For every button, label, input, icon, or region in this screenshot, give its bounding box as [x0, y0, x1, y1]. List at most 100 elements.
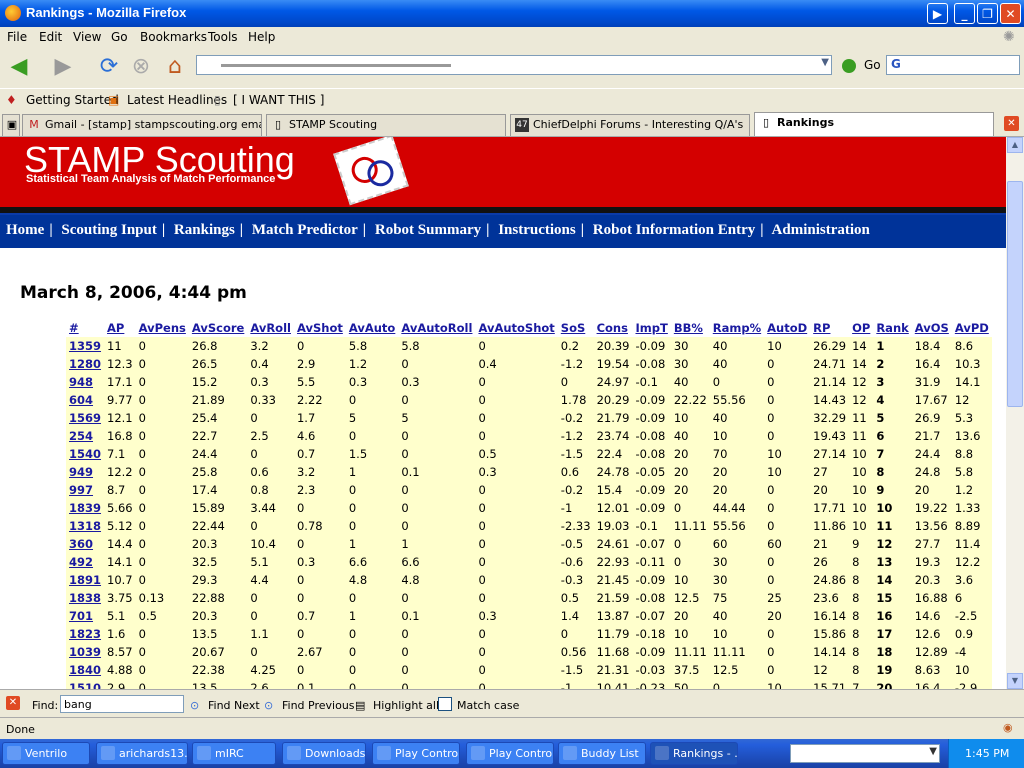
- column-header-17[interactable]: Rank: [873, 319, 911, 337]
- team-number-link[interactable]: 360: [66, 535, 105, 553]
- close-tab-icon[interactable]: ✕: [1004, 116, 1019, 131]
- column-header-10[interactable]: Cons: [594, 319, 633, 337]
- find-next-button[interactable]: Find Next: [208, 699, 260, 712]
- menu-edit[interactable]: Edit: [39, 30, 62, 44]
- team-number-link[interactable]: 1359: [66, 337, 105, 355]
- address-dropdown-icon[interactable]: ▼: [821, 57, 829, 68]
- column-header-1[interactable]: AP: [104, 319, 136, 337]
- team-number-link[interactable]: 254: [66, 427, 105, 445]
- nav-instructions[interactable]: Instructions: [498, 222, 576, 238]
- address-bar[interactable]: ▼: [196, 55, 832, 75]
- tab-rankings[interactable]: ▯ Rankings: [754, 112, 994, 136]
- reload-icon[interactable]: ⟳: [94, 52, 124, 82]
- tab-chiefdelphi[interactable]: 47 ChiefDelphi Forums - Interesting Q/A'…: [510, 114, 750, 136]
- table-cell: 27.7: [911, 535, 952, 553]
- team-number-link[interactable]: 1569: [66, 409, 105, 427]
- minimize-window-button[interactable]: _: [954, 3, 975, 24]
- team-number-link[interactable]: 1039: [66, 643, 105, 661]
- window-title-bar[interactable]: Rankings - Mozilla Firefox ▶ _ ❐ ✕: [0, 0, 1024, 27]
- column-header-16[interactable]: OP: [849, 319, 873, 337]
- team-number-link[interactable]: 1838: [66, 589, 105, 607]
- column-header-12[interactable]: BB%: [671, 319, 710, 337]
- team-number-link[interactable]: 997: [66, 481, 105, 499]
- column-header-3[interactable]: AvScore: [189, 319, 247, 337]
- column-header-18[interactable]: AvOS: [912, 319, 952, 337]
- column-header-14[interactable]: AutoD: [764, 319, 810, 337]
- team-number-link[interactable]: 1280: [66, 355, 105, 373]
- taskbar-rankings[interactable]: Rankings - ...: [650, 742, 738, 765]
- team-number-link[interactable]: 1318: [66, 517, 105, 535]
- highlight-all-button[interactable]: Highlight all: [373, 699, 439, 712]
- team-number-link[interactable]: 492: [66, 553, 105, 571]
- scroll-down-icon[interactable]: ▼: [1007, 673, 1023, 689]
- taskbar-play-control-2[interactable]: Play Control: [466, 742, 554, 765]
- minimize-button[interactable]: ▶: [927, 3, 948, 24]
- taskbar-play-control-1[interactable]: Play Control: [372, 742, 460, 765]
- nav-home[interactable]: Home: [6, 222, 44, 238]
- bookmark-i-want-this[interactable]: [ I WANT THIS ]: [233, 93, 324, 107]
- nav-robot-information-entry[interactable]: Robot Information Entry: [593, 222, 756, 238]
- column-header-15[interactable]: RP: [810, 319, 849, 337]
- menu-help[interactable]: Help: [248, 30, 275, 44]
- column-header-19[interactable]: AvPD: [952, 319, 992, 337]
- column-header-9[interactable]: SoS: [558, 319, 594, 337]
- team-number-link[interactable]: 1823: [66, 625, 105, 643]
- go-button[interactable]: Go: [864, 58, 881, 72]
- nav-match-predictor[interactable]: Match Predictor: [252, 222, 358, 238]
- column-header-0[interactable]: #: [66, 319, 104, 337]
- taskbar-mirc[interactable]: mIRC: [192, 742, 276, 765]
- team-number-link[interactable]: 1540: [66, 445, 105, 463]
- forward-arrow-icon[interactable]: ▶: [48, 52, 78, 82]
- maximize-button[interactable]: ❐: [977, 3, 998, 24]
- menu-file[interactable]: File: [7, 30, 27, 44]
- nav-scouting-input[interactable]: Scouting Input: [61, 222, 156, 238]
- stop-icon[interactable]: ⊗: [126, 52, 156, 82]
- team-number-link[interactable]: 701: [66, 607, 105, 625]
- taskbar-downloads[interactable]: Downloads: [282, 742, 366, 765]
- go-icon[interactable]: [842, 59, 856, 73]
- column-header-11[interactable]: ImpT: [633, 319, 671, 337]
- back-arrow-icon[interactable]: ◀: [4, 52, 34, 82]
- taskbar-address-input[interactable]: ▼: [790, 744, 940, 763]
- column-header-8[interactable]: AvAutoShot: [475, 319, 557, 337]
- taskbar-arichards[interactable]: arichards13...: [96, 742, 188, 765]
- column-header-7[interactable]: AvAutoRoll: [398, 319, 475, 337]
- team-number-link[interactable]: 948: [66, 373, 105, 391]
- find-previous-button[interactable]: Find Previous: [282, 699, 355, 712]
- taskbar-ventrilo[interactable]: Ventrilo: [2, 742, 90, 765]
- close-window-button[interactable]: ✕: [1000, 3, 1021, 24]
- column-header-2[interactable]: AvPens: [136, 319, 189, 337]
- scroll-up-icon[interactable]: ▲: [1007, 137, 1023, 153]
- column-header-5[interactable]: AvShot: [294, 319, 346, 337]
- team-number-link[interactable]: 1839: [66, 499, 105, 517]
- team-number-link[interactable]: 949: [66, 463, 105, 481]
- team-number-link[interactable]: 1891: [66, 571, 105, 589]
- search-box[interactable]: G: [886, 55, 1020, 75]
- tab-new-icon[interactable]: ▣: [2, 114, 20, 136]
- column-header-6[interactable]: AvAuto: [346, 319, 398, 337]
- menu-tools[interactable]: Tools: [208, 30, 238, 44]
- menu-view[interactable]: View: [73, 30, 101, 44]
- tab-stamp-scouting[interactable]: ▯ STAMP Scouting: [266, 114, 506, 136]
- nav-administration[interactable]: Administration: [772, 222, 870, 238]
- bookmark-latest-headlines[interactable]: Latest Headlines: [127, 93, 227, 107]
- dropdown-arrow-icon[interactable]: ▼: [929, 746, 937, 757]
- nav-rankings[interactable]: Rankings: [174, 222, 235, 238]
- team-number-link[interactable]: 604: [66, 391, 105, 409]
- team-number-link[interactable]: 1510: [66, 679, 105, 689]
- menu-bookmarks[interactable]: Bookmarks: [140, 30, 207, 44]
- nav-robot-summary[interactable]: Robot Summary: [375, 222, 481, 238]
- home-icon[interactable]: ⌂: [160, 52, 190, 82]
- scroll-thumb[interactable]: [1007, 181, 1023, 407]
- match-case-checkbox[interactable]: [438, 697, 452, 711]
- close-find-icon[interactable]: ✕: [6, 696, 20, 710]
- menu-go[interactable]: Go: [111, 30, 128, 44]
- tab-gmail[interactable]: M Gmail - [stamp] stampscouting.org emai…: [22, 114, 262, 136]
- find-input[interactable]: bang: [60, 695, 184, 713]
- column-header-13[interactable]: Ramp%: [710, 319, 764, 337]
- vertical-scrollbar[interactable]: ▲ ▼: [1006, 137, 1024, 689]
- bookmark-getting-started[interactable]: Getting Started: [26, 93, 119, 107]
- column-header-4[interactable]: AvRoll: [247, 319, 294, 337]
- team-number-link[interactable]: 1840: [66, 661, 105, 679]
- taskbar-buddy-list[interactable]: Buddy List: [558, 742, 646, 765]
